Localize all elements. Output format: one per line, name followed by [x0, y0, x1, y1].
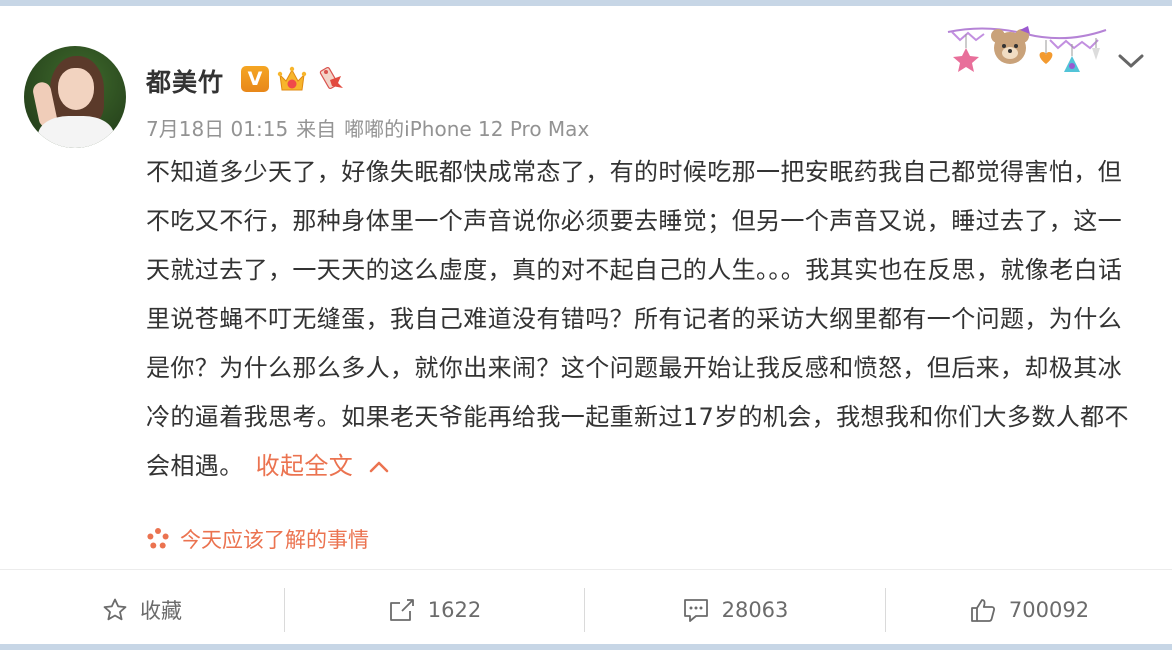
thumbs-up-icon [971, 599, 995, 622]
comment-icon [683, 599, 708, 622]
flower-icon [147, 528, 169, 549]
topic-link[interactable]: 今天应该了解的事情 [146, 524, 369, 554]
ribbon-badge-icon[interactable] [316, 64, 346, 94]
topic-label[interactable]: 今天应该了解的事情 [180, 524, 369, 554]
like-button[interactable]: 700092 [886, 570, 1172, 650]
chevron-up-icon[interactable] [367, 458, 391, 476]
device-source[interactable]: 嘟嘟的iPhone 12 Pro Max [344, 117, 589, 141]
weibo-post-card: 都美竹 V 7月18日 01:15 来自 嘟嘟的iPhone 12 Pro Max [0, 6, 1172, 644]
repost-count: 1622 [427, 598, 482, 622]
author-name[interactable]: 都美竹 [146, 63, 224, 99]
repost-button[interactable]: 1622 [285, 570, 584, 650]
action-bar: 收藏 1622 28063 700092 [0, 570, 1172, 650]
comment-button[interactable]: 28063 [585, 570, 885, 650]
post-date[interactable]: 7月18日 01:15 [146, 117, 288, 141]
comment-count: 28063 [721, 598, 789, 622]
share-icon [389, 599, 414, 621]
post-text: 不知道多少天了，好像失眠都快成常态了，有的时候吃那一把安眠药我自己都觉得害怕，但… [146, 158, 1129, 480]
collapse-button[interactable]: 收起全文 [256, 452, 354, 480]
bottom-border [0, 644, 1172, 650]
post-meta: 7月18日 01:15 来自 嘟嘟的iPhone 12 Pro Max [146, 113, 597, 142]
avatar[interactable] [24, 46, 126, 148]
crown-badge-icon[interactable] [277, 64, 307, 94]
source-prefix: 来自 [296, 117, 337, 141]
chevron-down-icon[interactable] [1116, 48, 1146, 74]
favorite-button[interactable]: 收藏 [0, 570, 284, 650]
star-icon [103, 598, 127, 621]
like-count: 700092 [1008, 598, 1090, 622]
post-body: 不知道多少天了，好像失眠都快成常态了，有的时候吃那一把安眠药我自己都觉得害怕，但… [146, 148, 1136, 491]
card-decoration-icon [947, 26, 1107, 72]
favorite-label: 收藏 [140, 599, 182, 623]
verified-badge-icon[interactable]: V [241, 66, 269, 92]
